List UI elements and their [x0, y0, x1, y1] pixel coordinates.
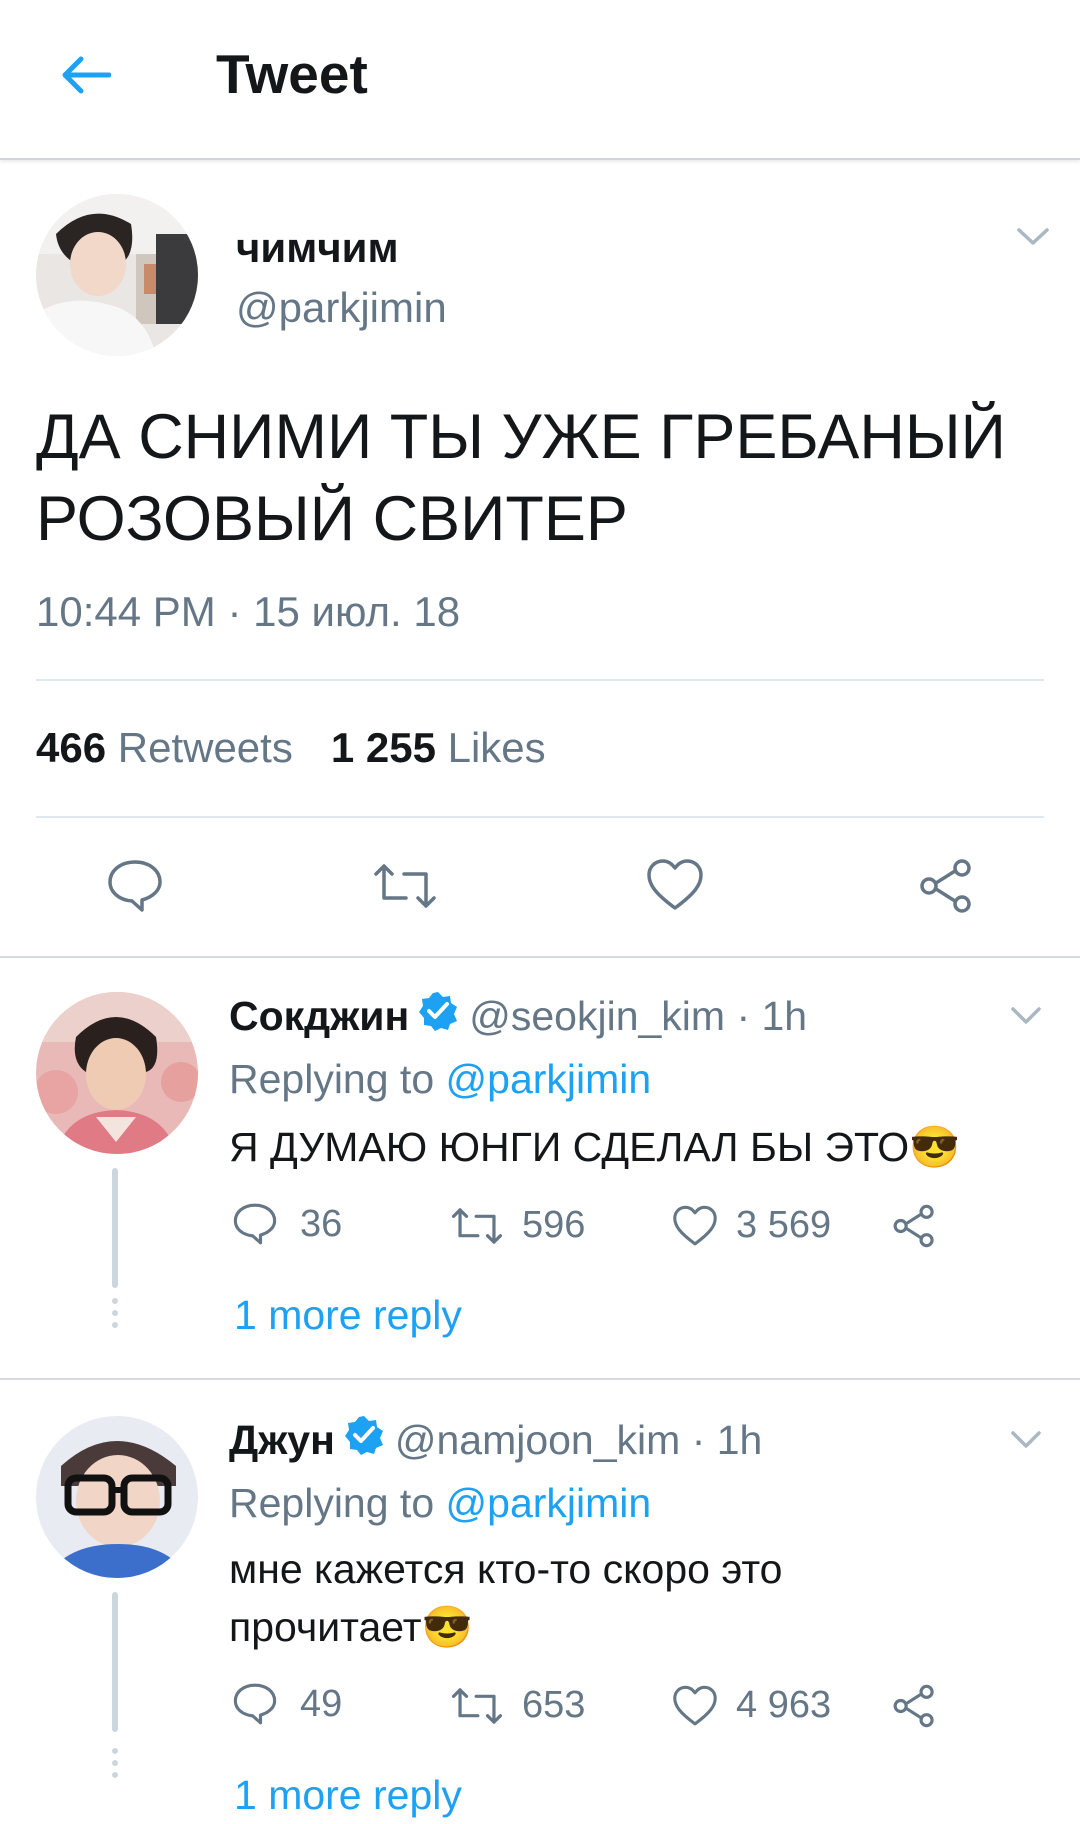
avatar[interactable]: [36, 992, 198, 1154]
heart-icon: [673, 1685, 717, 1725]
thread-dots: [112, 1748, 118, 1784]
chevron-down-icon: [1017, 228, 1049, 245]
share-button[interactable]: [892, 1684, 936, 1728]
likes-stat[interactable]: 1 255 Likes: [331, 724, 546, 771]
chevron-down-icon: [1011, 1431, 1041, 1448]
replying-prefix: Replying to: [229, 1480, 446, 1526]
reply-handle-time: @namjoon_kim · 1h: [394, 1416, 763, 1463]
arrow-left-icon: [62, 56, 111, 94]
reply-display-name: Джун: [229, 1416, 335, 1463]
reply-menu-button[interactable]: [1010, 1006, 1042, 1031]
reply-count: 36: [300, 1202, 343, 1245]
tweet-text: ДА СНИМИ ТЫ УЖЕ ГРЕБАНЫЙ РОЗОВЫЙ СВИТЕР: [36, 402, 1006, 554]
top-bar: Tweet: [0, 0, 1080, 160]
share-icon: [893, 1684, 934, 1728]
reply-author[interactable]: Джун @namjoon_kim · 1h: [229, 1414, 762, 1466]
mention-link[interactable]: @parkjimin: [446, 1480, 652, 1526]
retweet-count: 596: [522, 1204, 586, 1246]
share-button[interactable]: [892, 1204, 936, 1248]
avatar[interactable]: [36, 194, 198, 356]
user-handle[interactable]: @parkjimin: [236, 284, 447, 332]
retweets-count: 466: [36, 724, 107, 771]
more-replies-link[interactable]: 1 more reply: [234, 1772, 462, 1819]
chevron-down-icon: [1011, 1007, 1041, 1024]
reply-button[interactable]: [106, 858, 164, 914]
reply-text: Я ДУМАЮ ЮНГИ СДЕЛАЛ БЫ ЭТО😎: [229, 1124, 961, 1170]
reply-handle-time: @seokjin_kim · 1h: [469, 992, 808, 1039]
retweet-icon: [451, 1207, 503, 1244]
retweet-count-button[interactable]: 596: [450, 1204, 585, 1247]
like-count: 3 569: [736, 1204, 832, 1246]
mention-link[interactable]: @parkjimin: [446, 1056, 652, 1102]
reply-count-button[interactable]: 36: [232, 1202, 342, 1246]
tweet-stats: 466 Retweets 1 255 Likes: [36, 724, 546, 772]
replying-to: Replying to @parkjimin: [229, 1480, 651, 1527]
likes-count: 1 255: [330, 724, 436, 771]
tweet-timestamp: 10:44 PM · 15 июл. 18: [36, 588, 461, 635]
more-replies-link[interactable]: 1 more reply: [234, 1292, 462, 1339]
retweet-count: 653: [522, 1684, 586, 1726]
retweet-button[interactable]: [372, 860, 438, 912]
replying-prefix: Replying to: [229, 1056, 446, 1102]
display-name[interactable]: чимчим: [236, 224, 399, 272]
retweets-label: Retweets: [117, 724, 293, 771]
like-count: 4 963: [736, 1684, 832, 1726]
like-count-button[interactable]: 3 569: [672, 1204, 831, 1247]
verified-badge-icon: [417, 990, 459, 1042]
reply-count: 49: [300, 1682, 343, 1725]
tweet-menu-button[interactable]: [1016, 226, 1050, 253]
thread-line: [112, 1168, 118, 1288]
section-separator: [0, 956, 1080, 958]
thread-line: [112, 1592, 118, 1732]
retweets-stat[interactable]: 466 Retweets: [36, 724, 293, 771]
reply-icon: [233, 1683, 277, 1725]
like-button[interactable]: [646, 858, 704, 912]
divider: [36, 679, 1044, 681]
section-separator: [0, 1378, 1080, 1380]
avatar[interactable]: [36, 1416, 198, 1578]
share-button[interactable]: [918, 858, 974, 914]
retweet-icon: [374, 864, 436, 908]
reply-count-button[interactable]: 49: [232, 1682, 342, 1726]
likes-label: Likes: [447, 724, 546, 771]
heart-icon: [647, 859, 703, 910]
share-icon: [920, 859, 971, 913]
reply-menu-button[interactable]: [1010, 1430, 1042, 1455]
retweet-icon: [451, 1687, 503, 1724]
like-count-button[interactable]: 4 963: [672, 1684, 831, 1727]
verified-badge-icon: [343, 1414, 385, 1466]
reply-display-name: Сокджин: [229, 992, 410, 1039]
reply-icon: [108, 860, 162, 912]
divider: [36, 816, 1044, 818]
page-title: Tweet: [216, 43, 368, 105]
reply-author[interactable]: Сокджин @seokjin_kim · 1h: [229, 990, 807, 1042]
thread-dots: [112, 1298, 118, 1334]
reply-text: мне кажется кто-то скоро это прочитает😎: [229, 1546, 783, 1650]
share-icon: [893, 1204, 934, 1248]
retweet-count-button[interactable]: 653: [450, 1684, 585, 1727]
heart-icon: [673, 1205, 717, 1245]
back-button[interactable]: [52, 42, 118, 108]
reply-icon: [233, 1203, 277, 1245]
replying-to: Replying to @parkjimin: [229, 1056, 651, 1103]
